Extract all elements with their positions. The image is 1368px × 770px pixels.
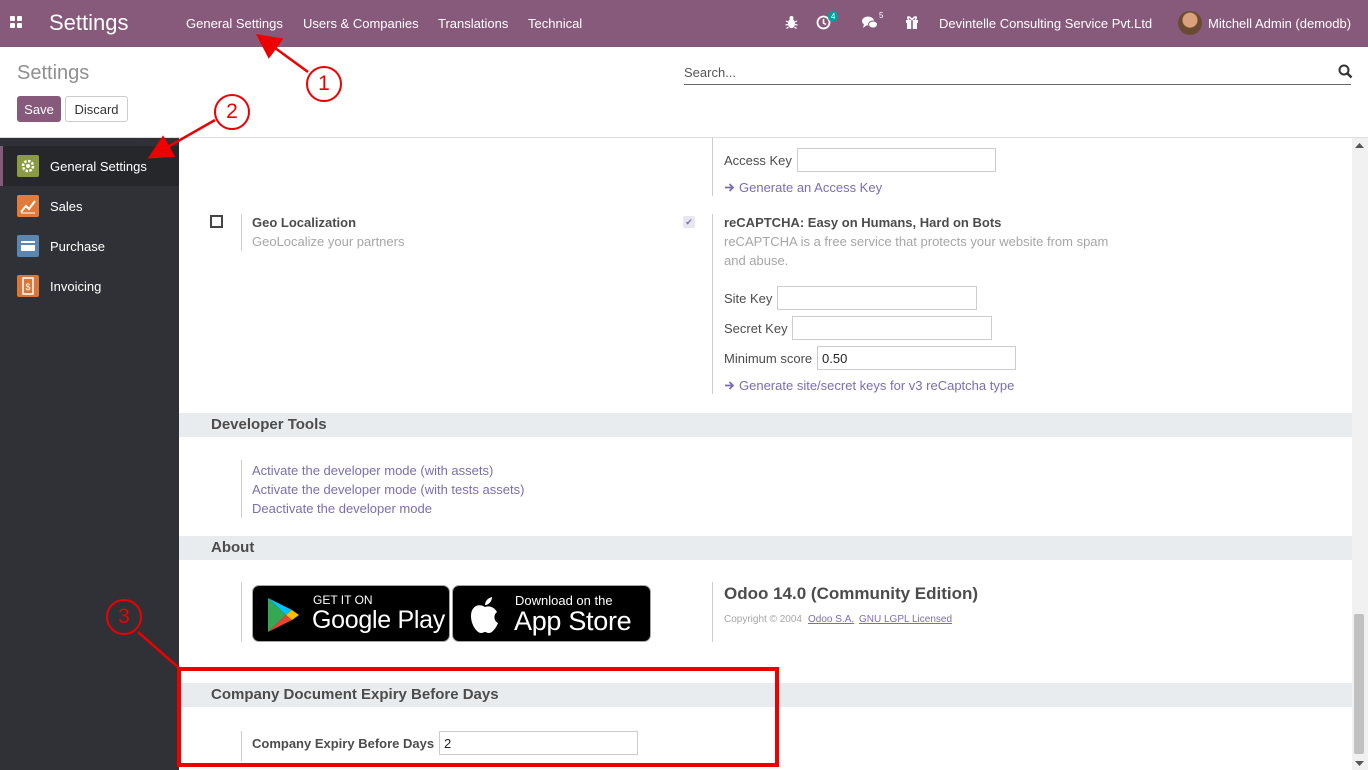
activate-dev-mode-tests-link[interactable]: Activate the developer mode (with tests … <box>252 482 524 497</box>
divider <box>712 582 713 642</box>
user-menu[interactable]: Mitchell Admin (demodb) <box>1208 16 1351 31</box>
app-title: Settings <box>49 10 129 35</box>
recaptcha-checkbox[interactable]: ✔ <box>683 216 695 228</box>
scrollbar-thumb[interactable] <box>1354 614 1364 754</box>
geo-localization-description: GeoLocalize your partners <box>252 234 405 249</box>
annotation-callout-1: 1 <box>306 66 342 102</box>
menu-general-settings[interactable]: General Settings <box>186 16 283 31</box>
minimum-score-input[interactable] <box>817 346 1016 370</box>
bug-icon[interactable] <box>785 15 798 29</box>
page-title: Settings <box>17 62 90 84</box>
discard-button[interactable]: Discard <box>65 96 128 122</box>
deactivate-dev-mode-link[interactable]: Deactivate the developer mode <box>252 501 432 516</box>
user-avatar[interactable] <box>1178 11 1202 35</box>
scroll-up-icon[interactable] <box>1355 142 1364 149</box>
access-key-label: Access Key <box>724 153 792 168</box>
settings-sidebar: General Settings Sales Purchase $ Invoic… <box>0 138 179 770</box>
site-key-label: Site Key <box>724 291 773 306</box>
site-key-input[interactable] <box>777 286 977 310</box>
search-icon[interactable] <box>1338 64 1353 79</box>
annotation-highlight-box <box>177 667 779 767</box>
recaptcha-title: reCAPTCHA: Easy on Humans, Hard on Bots <box>724 215 1002 230</box>
sidebar-item-label: Sales <box>50 199 83 214</box>
menu-translations[interactable]: Translations <box>438 16 508 31</box>
sidebar-item-general-settings[interactable]: General Settings <box>0 146 179 186</box>
apps-menu-icon[interactable] <box>10 16 24 30</box>
access-key-input[interactable] <box>797 148 996 172</box>
save-button[interactable]: Save <box>17 96 61 122</box>
activate-dev-mode-assets-link[interactable]: Activate the developer mode (with assets… <box>252 463 493 478</box>
divider <box>712 138 713 196</box>
sidebar-item-label: Invoicing <box>50 279 102 294</box>
gear-icon <box>17 155 39 177</box>
divider <box>241 214 242 251</box>
message-count-badge: 5 <box>879 11 884 20</box>
arrow-right-icon <box>725 381 735 390</box>
geo-localization-checkbox[interactable] <box>210 215 223 228</box>
developer-tools-heading: Developer Tools <box>179 413 1352 437</box>
arrow-right-icon <box>725 183 735 192</box>
google-play-big-text: Google Play <box>312 606 445 634</box>
menu-technical[interactable]: Technical <box>528 16 582 31</box>
chart-icon <box>17 195 39 217</box>
scroll-down-icon[interactable] <box>1355 760 1364 767</box>
minimum-score-label: Minimum score <box>724 351 813 366</box>
gift-icon[interactable] <box>905 15 919 29</box>
sidebar-item-label: Purchase <box>50 239 105 254</box>
google-play-icon <box>268 598 299 632</box>
odoo-sa-link[interactable]: Odoo S.A. <box>808 614 854 625</box>
odoo-version: Odoo 14.0 (Community Edition) <box>724 584 979 603</box>
invoice-icon: $ <box>17 275 39 297</box>
recaptcha-description-line2: and abuse. <box>724 253 789 268</box>
divider <box>241 460 242 518</box>
sidebar-item-label: General Settings <box>50 159 147 174</box>
divider <box>241 582 242 642</box>
app-store-big-text: App Store <box>514 606 632 636</box>
sidebar-item-purchase[interactable]: Purchase <box>0 226 179 266</box>
divider <box>712 214 713 394</box>
copyright-text: Copyright © 2004 <box>724 614 802 625</box>
activity-count-badge: 4 <box>828 11 839 22</box>
recaptcha-description-line1: reCAPTCHA is a free service that protect… <box>724 234 1109 249</box>
company-switcher[interactable]: Devintelle Consulting Service Pvt.Ltd <box>939 16 1152 31</box>
apple-icon <box>471 597 498 633</box>
search-input[interactable] <box>684 61 1351 85</box>
generate-access-key-link[interactable]: Generate an Access Key <box>739 180 882 195</box>
annotation-callout-3: 3 <box>106 599 142 635</box>
menu-users-companies[interactable]: Users & Companies <box>303 16 419 31</box>
license-link[interactable]: GNU LGPL Licensed <box>859 614 952 625</box>
top-navbar: Settings General Settings Users & Compan… <box>0 0 1368 47</box>
app-store-badge[interactable]: Download on the App Store <box>452 585 651 642</box>
about-heading: About <box>179 536 1352 560</box>
sidebar-item-sales[interactable]: Sales <box>0 186 179 226</box>
sidebar-item-invoicing[interactable]: $ Invoicing <box>0 266 179 306</box>
card-icon <box>17 235 39 257</box>
google-play-small-text: GET IT ON <box>313 593 373 607</box>
geo-localization-title: Geo Localization <box>252 215 357 230</box>
generate-site-keys-link[interactable]: Generate site/secret keys for v3 reCaptc… <box>739 378 1014 393</box>
svg-text:$: $ <box>25 282 30 292</box>
scrollbar[interactable] <box>1352 138 1368 770</box>
messages-icon[interactable] <box>862 16 878 30</box>
secret-key-input[interactable] <box>792 316 992 340</box>
secret-key-label: Secret Key <box>724 321 788 336</box>
annotation-callout-2: 2 <box>214 94 250 130</box>
google-play-badge[interactable]: GET IT ON Google Play <box>252 585 450 642</box>
control-panel: Settings Save Discard <box>0 47 1368 138</box>
